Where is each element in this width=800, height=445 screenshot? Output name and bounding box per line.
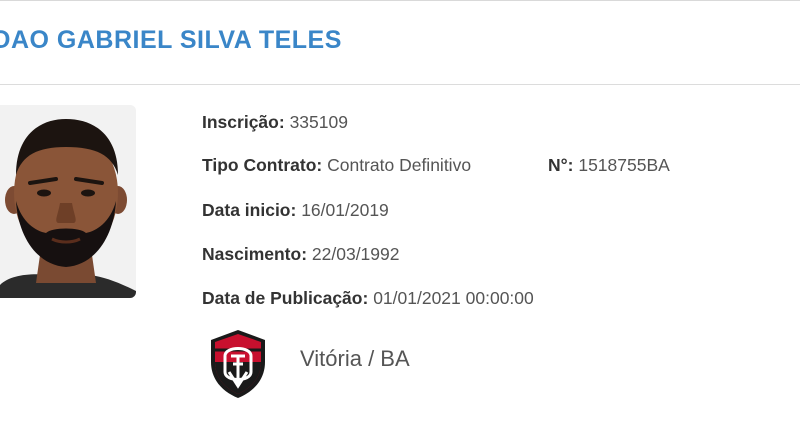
field-nascimento: Nascimento: 22/03/1992: [202, 244, 400, 265]
inscricao-value: 335109: [289, 112, 348, 132]
data-publicacao-label: Data de Publicação:: [202, 288, 369, 308]
field-data-publicacao: Data de Publicação: 01/01/2021 00:00:00: [202, 288, 534, 309]
club-name: Vitória / BA: [300, 346, 410, 371]
field-tipo-contrato: Tipo Contrato: Contrato Definitivo: [202, 155, 471, 176]
club-crest-icon: [207, 328, 269, 400]
data-inicio-label: Data inicio:: [202, 200, 297, 220]
field-inscricao: Inscrição: 335109: [202, 112, 348, 133]
player-header: OAO GABRIEL SILVA TELES: [0, 0, 800, 85]
field-data-inicio: Data inicio: 16/01/2019: [202, 200, 389, 221]
nascimento-value: 22/03/1992: [311, 244, 400, 264]
player-photo: [0, 105, 136, 298]
nascimento-label: Nascimento:: [202, 244, 308, 264]
tipo-contrato-label: Tipo Contrato:: [202, 155, 323, 175]
player-name: OAO GABRIEL SILVA TELES: [0, 26, 342, 54]
data-publicacao-value: 01/01/2021 00:00:00: [373, 288, 534, 308]
numero-value: 1518755BA: [578, 155, 670, 175]
inscricao-label: Inscrição:: [202, 112, 285, 132]
tipo-contrato-value: Contrato Definitivo: [327, 155, 472, 175]
numero-label: N°:: [548, 155, 574, 175]
field-numero: N°: 1518755BA: [548, 155, 670, 176]
data-inicio-value: 16/01/2019: [301, 200, 389, 220]
